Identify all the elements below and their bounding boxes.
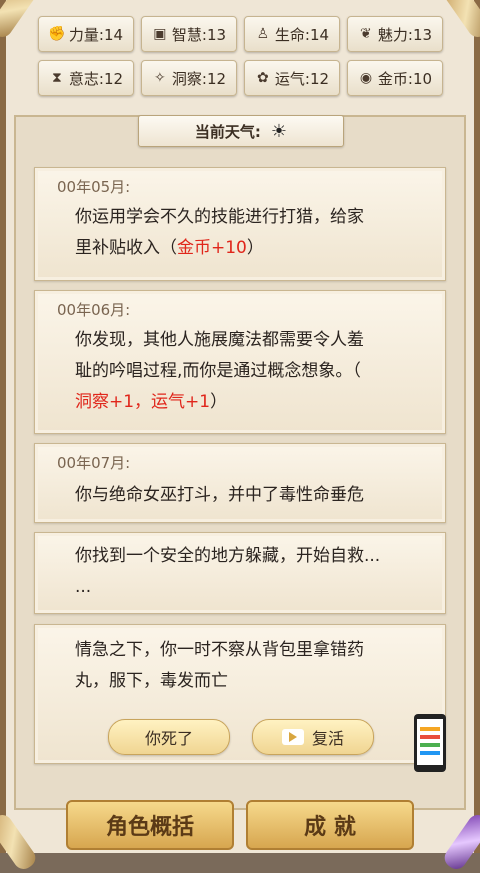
stat-label: 意志:12	[68, 69, 124, 88]
revive-label: 复活	[311, 729, 344, 748]
event-text-span: ）	[210, 392, 228, 412]
stat-strength: ✊ 力量:14	[38, 16, 134, 52]
you-died-label: 你死了	[144, 729, 193, 748]
phone-screen	[417, 719, 443, 765]
stat-luck: ✿ 运气:12	[244, 60, 340, 96]
event-text: 你发现，其他人施展魔法都需要令人羞 耻的吟唱过程,而你是通过概念想象。（ 洞察+…	[75, 325, 417, 418]
stat-label: 力量:14	[68, 25, 124, 44]
stat-label: 魅力:13	[377, 25, 433, 44]
stat-life: ♙ 生命:14	[244, 16, 340, 52]
event-line: 丸，服下，毒发而亡	[75, 671, 228, 691]
event-line: 你找到一个安全的地方躲藏，开始自救...	[75, 546, 381, 566]
achievements-label: 成 就	[304, 815, 356, 840]
charm-icon: ❦	[360, 26, 372, 42]
person-icon: ♙	[256, 26, 270, 42]
stat-charm: ❦ 魅力:13	[347, 16, 443, 52]
revive-button[interactable]: 复活	[252, 719, 374, 755]
coin-icon: ◉	[359, 70, 373, 86]
phone-icon[interactable]	[414, 714, 446, 772]
event-line: 耻的吟唱过程,而你是通过概念想象。（	[75, 361, 361, 381]
event-card: 你找到一个安全的地方躲藏，开始自救... ...	[34, 532, 446, 614]
stat-will: ⧗ 意志:12	[38, 60, 134, 96]
video-icon	[281, 729, 304, 745]
event-line: 你运用学会不久的技能进行打猎，给家	[75, 207, 364, 227]
you-died-button[interactable]: 你死了	[108, 719, 230, 755]
event-card: 00年07月: 你与绝命女巫打斗，并中了毒性命垂危	[34, 443, 446, 523]
event-text: 情急之下，你一时不察从背包里拿错药 丸，服下，毒发而亡	[75, 635, 417, 697]
event-line: 里补贴收入（金币+10）	[75, 233, 417, 264]
event-text: 你运用学会不久的技能进行打猎，给家 里补贴收入（金币+10）	[75, 202, 417, 264]
sun-icon: ☀	[270, 120, 288, 142]
event-date: 00年07月:	[57, 454, 131, 472]
event-card: 00年05月: 你运用学会不久的技能进行打猎，给家 里补贴收入（金币+10）	[34, 167, 446, 281]
event-text-span: 里补贴收入（	[75, 238, 177, 258]
event-date: 00年06月:	[57, 301, 131, 319]
stat-label: 生命:14	[274, 25, 330, 44]
event-card: 情急之下，你一时不察从背包里拿错药 丸，服下，毒发而亡	[34, 624, 446, 764]
reward-text: 金币+10	[177, 238, 247, 258]
flower-icon: ✿	[257, 70, 269, 86]
event-line: 情急之下，你一时不察从背包里拿错药	[75, 640, 364, 660]
weather-banner: 当前天气: ☀	[138, 115, 344, 147]
stat-label: 运气:12	[274, 69, 330, 88]
bird-icon: ✧	[154, 70, 166, 86]
reward-text: 洞察+1，运气+1	[75, 392, 211, 412]
event-card: 00年06月: 你发现，其他人施展魔法都需要令人羞 耻的吟唱过程,而你是通过概念…	[34, 290, 446, 434]
stat-wisdom: ▣ 智慧:13	[141, 16, 237, 52]
strength-icon: ✊	[48, 26, 66, 42]
stat-gold: ◉ 金币:10	[347, 60, 443, 96]
event-line: 你发现，其他人施展魔法都需要令人羞	[75, 330, 364, 350]
event-line: ...	[75, 577, 92, 597]
event-text: 你找到一个安全的地方躲藏，开始自救... ...	[75, 541, 417, 603]
hourglass-icon: ⧗	[52, 70, 62, 86]
stat-insight: ✧ 洞察:12	[141, 60, 237, 96]
stat-label: 洞察:12	[171, 69, 227, 88]
weather-label: 当前天气:	[194, 122, 261, 141]
stat-label: 金币:10	[377, 69, 433, 88]
event-text-span: ）	[246, 238, 264, 258]
event-text: 你与绝命女巫打斗，并中了毒性命垂危	[75, 480, 417, 511]
event-line: 洞察+1，运气+1）	[75, 387, 417, 418]
event-date: 00年05月:	[57, 178, 131, 196]
achievements-button[interactable]: 成 就	[246, 800, 414, 850]
book-icon: ▣	[153, 26, 167, 42]
event-line: 你与绝命女巫打斗，并中了毒性命垂危	[75, 485, 364, 505]
character-summary-label: 角色概括	[105, 815, 194, 840]
stat-label: 智慧:13	[171, 25, 227, 44]
character-summary-button[interactable]: 角色概括	[66, 800, 234, 850]
